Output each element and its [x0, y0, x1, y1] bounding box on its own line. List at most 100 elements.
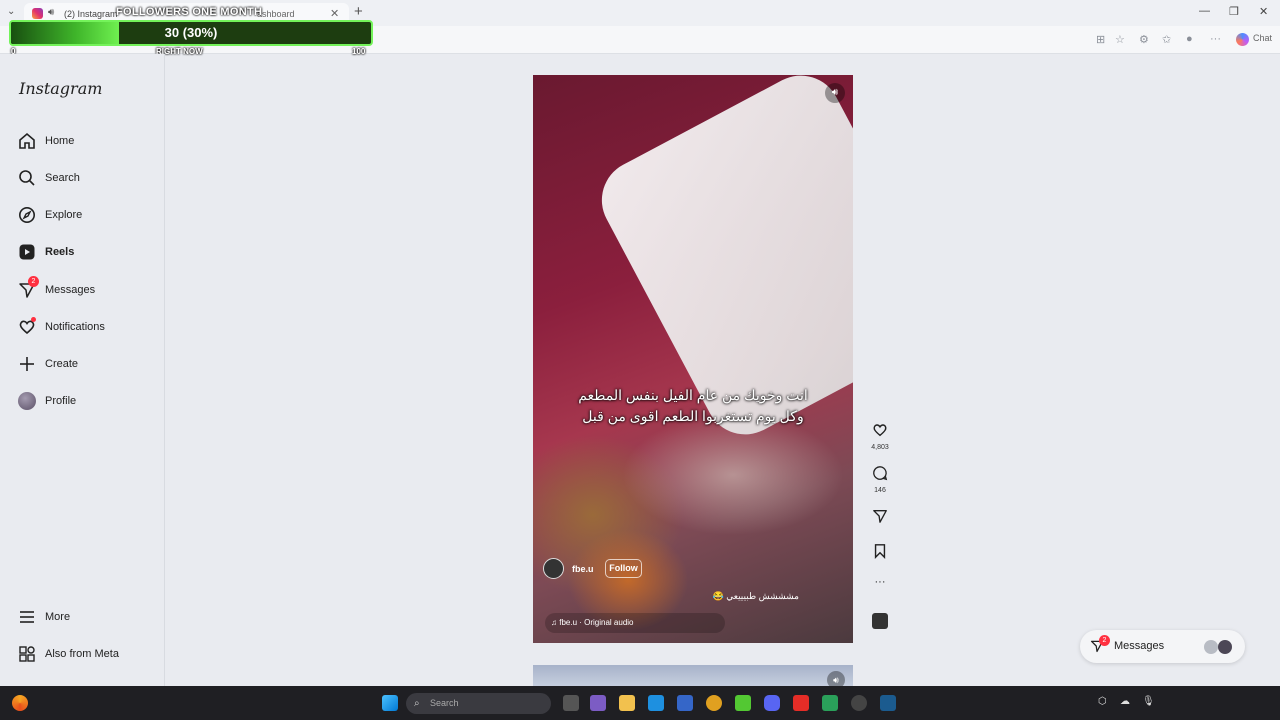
tab-title-secondary: ashboard	[257, 9, 295, 19]
comment-icon	[873, 466, 888, 481]
kick-icon[interactable]	[735, 695, 751, 711]
close-tab-icon[interactable]: ✕	[330, 7, 339, 20]
sidebar-item-label: Search	[45, 172, 80, 184]
volume-icon[interactable]: 🔊︎	[825, 83, 845, 103]
author-avatar[interactable]	[543, 558, 564, 579]
speaker-icon[interactable]: 🔊︎	[48, 7, 54, 18]
favorite-star-icon[interactable]: ☆	[1115, 33, 1125, 46]
reels-icon	[19, 244, 35, 260]
plus-icon	[20, 357, 34, 371]
sidebar-item-home[interactable]: Home	[18, 131, 158, 153]
messages-badge: 2	[28, 276, 39, 287]
restore-button[interactable]: ❐	[1229, 5, 1239, 18]
close-window-button[interactable]: ✕	[1259, 5, 1268, 18]
mic-icon[interactable]: 🎙︎	[1142, 696, 1155, 707]
favorites-icon[interactable]: ✩	[1162, 33, 1171, 46]
sidebar-item-label: More	[45, 611, 71, 623]
copilot-icon[interactable]	[1236, 33, 1249, 46]
avatar	[1218, 640, 1232, 654]
task-view-icon[interactable]	[563, 695, 579, 711]
chrome-icon[interactable]	[706, 695, 722, 711]
store-icon[interactable]	[677, 695, 693, 711]
avatar	[1204, 640, 1218, 654]
tray-icon[interactable]: ⬡	[1098, 696, 1107, 707]
steam-icon[interactable]	[880, 695, 896, 711]
reel-caption-line-1: انت وخويك من عام الفيل بنفس المطعم	[578, 387, 808, 403]
save-action[interactable]	[867, 543, 893, 564]
messages-badge: 2	[1099, 635, 1110, 646]
notification-dot	[31, 317, 36, 322]
file-explorer-icon[interactable]	[619, 695, 635, 711]
minimize-button[interactable]: —	[1199, 5, 1210, 17]
app-icon[interactable]	[590, 695, 606, 711]
sidebar-item-create[interactable]: Create	[18, 354, 158, 376]
comment-count: 146	[874, 487, 886, 494]
app-available-icon[interactable]: ⊞	[1096, 33, 1105, 46]
reel-audio[interactable]: ♫ fbe.u · Original audio	[545, 613, 725, 633]
sidebar-item-reels[interactable]: Reels	[18, 242, 158, 264]
home-icon	[19, 132, 35, 149]
like-action[interactable]: 4,803	[867, 422, 893, 451]
followers-progress-bar: 30 (30%)	[9, 20, 373, 46]
reel-video[interactable]: 🔊︎ انت وخويك من عام الفيل بنفس المطعم وك…	[533, 75, 853, 643]
chevron-down-icon[interactable]: ⌄	[7, 6, 15, 17]
sidebar-item-more[interactable]: More	[18, 607, 158, 629]
share-icon	[873, 510, 887, 523]
progress-max-label: 100	[352, 47, 366, 56]
menu-icon	[20, 611, 34, 623]
profile-icon[interactable]: ●	[1186, 33, 1193, 45]
sidebar-item-label: Home	[45, 135, 75, 147]
new-tab-button[interactable]: +	[354, 3, 363, 20]
widgets-icon[interactable]	[12, 695, 28, 711]
tray-icon[interactable]: ☁	[1120, 696, 1130, 707]
sidebar-item-messages[interactable]: 2 Messages	[18, 276, 158, 302]
sidebar-item-label: Reels	[45, 246, 75, 258]
heart-icon	[873, 424, 887, 437]
edge-icon[interactable]	[648, 695, 664, 711]
reel-caption-line-2: وكل يوم تستغربوا الطعم اقوى من قبل	[582, 408, 804, 424]
sidebar-item-profile[interactable]: Profile	[18, 391, 158, 413]
extensions-icon[interactable]: ⚙	[1139, 33, 1149, 46]
app-icon[interactable]	[822, 695, 838, 711]
taskbar-search[interactable]: ⌕ Search	[406, 693, 551, 714]
follow-button[interactable]: Follow	[605, 559, 642, 578]
comment-action[interactable]: 146	[867, 465, 893, 494]
sidebar-item-notifications[interactable]: Notifications	[18, 317, 158, 339]
next-reel-preview[interactable]: 🔊︎	[533, 665, 853, 689]
avatar	[18, 392, 36, 410]
sidebar-item-label: Notifications	[45, 321, 105, 333]
sidebar-item-label: Profile	[45, 395, 77, 407]
chat-button[interactable]: Chat	[1253, 33, 1272, 43]
instagram-favicon-icon	[32, 8, 43, 19]
reel-author[interactable]: fbe.u	[572, 564, 594, 574]
sidebar-item-label: Create	[45, 358, 79, 370]
taskbar-search-placeholder: Search	[430, 698, 459, 708]
like-count: 4,803	[871, 444, 889, 451]
apps-grid-icon	[19, 646, 35, 662]
youtube-icon[interactable]	[793, 695, 809, 711]
messages-label: Messages	[1114, 640, 1165, 652]
windows-start-icon[interactable]	[382, 695, 398, 711]
progress-value: 30 (30%)	[164, 25, 218, 40]
sidebar-item-also-from-meta[interactable]: Also from Meta	[18, 644, 158, 666]
discord-icon[interactable]	[764, 695, 780, 711]
tab-title: (2) Instagram	[64, 9, 118, 19]
reel-description[interactable]: مشششش طبيييعي 😂	[703, 591, 799, 602]
overlay-title: FOLLOWERS ONE MONTH	[116, 6, 263, 18]
audio-thumbnail[interactable]	[872, 613, 888, 629]
more-menu-icon[interactable]: ···	[1210, 33, 1221, 45]
search-icon	[19, 170, 35, 186]
windows-taskbar: ⌕ Search ⬡ ☁ 🎙︎	[0, 686, 1280, 720]
more-options-icon[interactable]: ···	[867, 576, 893, 588]
sidebar-item-explore[interactable]: Explore	[18, 205, 158, 227]
bookmark-icon	[874, 544, 886, 559]
messages-floating-button[interactable]: 2 Messages	[1080, 630, 1245, 663]
instagram-logo[interactable]: Instagram	[19, 79, 102, 98]
share-action[interactable]	[867, 508, 893, 529]
compass-icon	[19, 207, 35, 223]
sidebar-item-label: Messages	[45, 284, 96, 296]
sidebar-item-label: Explore	[45, 209, 83, 221]
sidebar-item-search[interactable]: Search	[18, 168, 158, 190]
obs-icon[interactable]	[851, 695, 867, 711]
search-icon: ⌕	[414, 698, 420, 709]
